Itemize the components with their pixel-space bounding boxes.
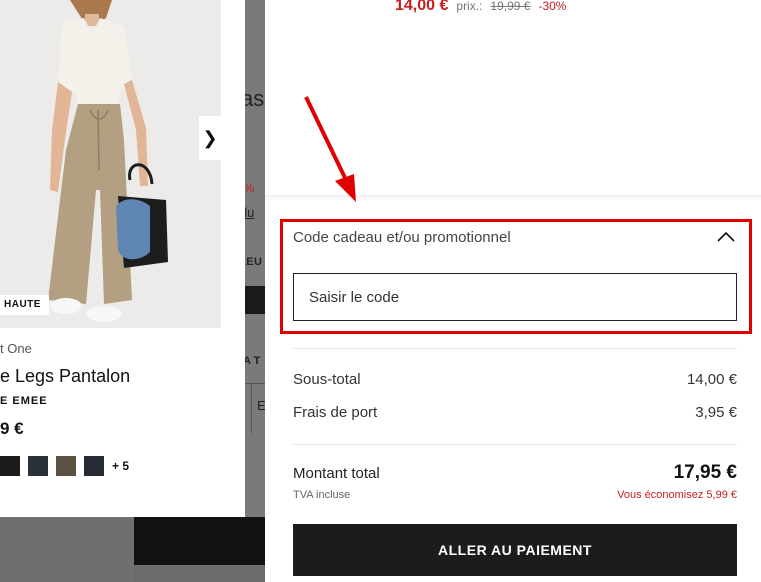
product-name[interactable]: e Legs Pantalon: [0, 366, 130, 387]
color-swatches: + 5: [0, 456, 129, 476]
background-block: [244, 286, 265, 314]
more-swatches-count[interactable]: + 5: [112, 459, 129, 473]
product-image[interactable]: ❯: [0, 0, 221, 328]
color-swatch[interactable]: [28, 456, 48, 476]
total-row: Montant total 17,95 €: [293, 462, 737, 484]
total-value: 17,95 €: [673, 462, 737, 483]
color-swatch[interactable]: [84, 456, 104, 476]
item-old-price: 19,99 €: [490, 0, 531, 13]
section-separator: [265, 195, 761, 201]
vat-note: TVA incluse: [293, 489, 351, 501]
product-price: 9 €: [0, 419, 24, 438]
divider: [293, 444, 737, 445]
subtotal-label: Sous-total: [293, 371, 361, 388]
subtotal-row: Sous-total 14,00 €: [293, 371, 737, 388]
chevron-right-icon[interactable]: ❯: [199, 116, 221, 160]
background-divider: [251, 383, 252, 433]
product-photo-illustration: [0, 0, 221, 328]
product-brand: t One: [0, 341, 32, 356]
product-badge: HAUTE: [0, 295, 49, 315]
item-current-price: 14,00 €: [395, 0, 449, 14]
background-divider: [244, 383, 265, 384]
background-text: A T: [243, 355, 261, 367]
item-price-row: 14,00 € prix.: 19,99 € -30%: [395, 0, 566, 15]
color-swatch[interactable]: [0, 456, 20, 476]
item-discount: -30%: [538, 0, 567, 13]
chevron-up-icon[interactable]: [716, 228, 736, 246]
background-dark-button: [134, 517, 265, 565]
checkout-button[interactable]: ALLER AU PAIEMENT: [293, 524, 737, 576]
shipping-row: Frais de port 3,95 €: [293, 404, 737, 421]
subtotal-value: 14,00 €: [686, 371, 737, 388]
background-strip: [0, 517, 134, 582]
promo-code-title[interactable]: Code cadeau et/ou promotionnel: [293, 229, 511, 246]
savings-note: Vous économisez 5,99 €: [617, 489, 737, 501]
item-price-label: prix.:: [456, 0, 483, 13]
shipping-label: Frais de port: [293, 404, 378, 421]
product-card[interactable]: ❯ HAUTE t One e Legs Pantalon E EMEE 9 €…: [0, 0, 245, 517]
shipping-value: 3,95 €: [695, 404, 737, 421]
divider: [293, 348, 737, 349]
total-label: Montant total: [293, 465, 380, 482]
cart-panel: 14,00 € prix.: 19,99 € -30% Code cadeau …: [265, 0, 761, 582]
product-seller: E EMEE: [0, 395, 48, 407]
promo-code-input[interactable]: [293, 273, 737, 321]
color-swatch[interactable]: [56, 456, 76, 476]
